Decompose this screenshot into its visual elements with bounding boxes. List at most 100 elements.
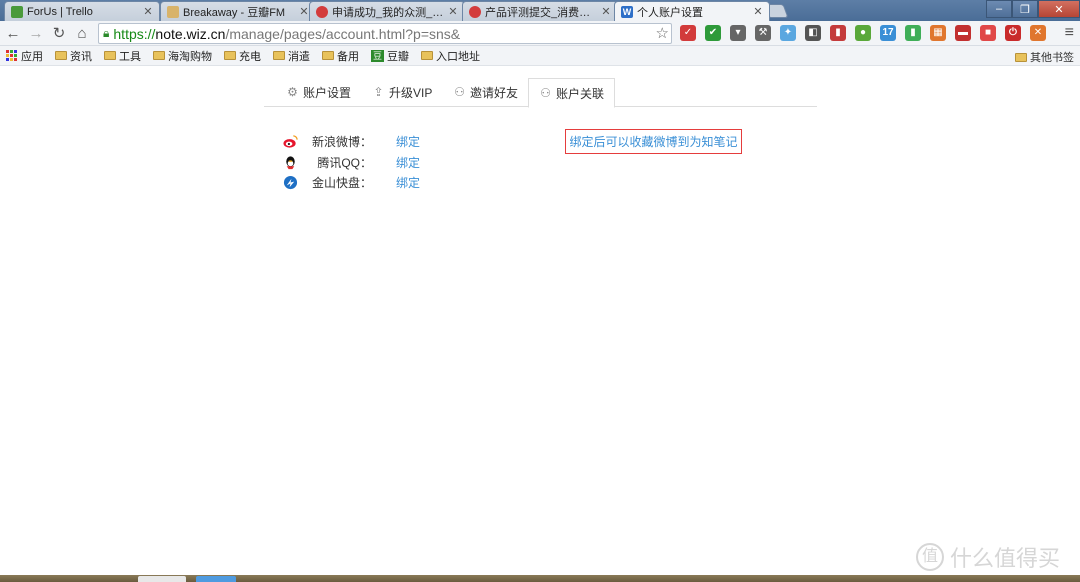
tab-invite-friends[interactable]: ⚇ 邀请好友 (443, 78, 528, 107)
address-bar[interactable]: 🔒︎ https:// note.wiz.cn /manage/pages/ac… (98, 23, 672, 44)
close-ext-icon[interactable]: ✕ (1030, 25, 1046, 41)
bird-icon[interactable]: ✦ (780, 25, 796, 41)
folder-icon (224, 51, 236, 60)
url-host: note.wiz.cn (155, 25, 226, 42)
pocket-gray-icon[interactable]: ▾ (730, 25, 746, 41)
orange-grid-icon[interactable]: ▦ (930, 25, 946, 41)
smzdm-favicon-icon (316, 5, 328, 18)
bookmark-folder[interactable]: 消遣 (273, 48, 310, 64)
pocket-red-icon[interactable]: ✓ (680, 25, 696, 41)
back-button[interactable]: ← (4, 25, 22, 43)
url-protocol: https:// (113, 25, 156, 42)
bind-weibo-link[interactable]: 绑定 (396, 133, 420, 150)
bookmarks-bar: 应用 资讯 工具 海淘购物 充电 消遣 备用 豆豆瓣 入口地址 其他书签 (0, 46, 1080, 66)
tab-title: 申请成功_我的众测_什么值 (332, 6, 445, 19)
red-square-icon[interactable]: ■ (980, 25, 996, 41)
folder-icon (1015, 52, 1027, 62)
bookmark-folder[interactable]: 资讯 (55, 48, 92, 64)
bookmark-label: 工具 (119, 50, 141, 63)
tab-label: 邀请好友 (470, 86, 519, 100)
taskbar-item-chrome[interactable] (138, 576, 186, 582)
bookmark-douban[interactable]: 豆豆瓣 (371, 48, 409, 64)
tab-account-link[interactable]: ⚇ 账户关联 (528, 78, 616, 108)
browser-tab-pingce[interactable]: 产品评测提交_消费众测_值 ✕ (462, 1, 618, 21)
smzdm-favicon-icon (469, 5, 481, 18)
apps-grid-icon (6, 50, 17, 61)
bookmark-folder[interactable]: 充电 (224, 48, 261, 64)
browser-tab-account[interactable]: W 个人账户设置 ✕ (614, 1, 770, 21)
bookmark-label: 充电 (239, 50, 261, 63)
invite-user-icon: ⚇ (454, 85, 465, 99)
bookmark-label: 海淘购物 (168, 50, 212, 63)
sns-row-weibo: 新浪微博： 绑定 (283, 132, 420, 150)
qq-icon (286, 155, 295, 169)
sns-name: 腾讯QQ： (317, 155, 372, 170)
user-link-icon: ⚇ (540, 85, 551, 100)
browser-tab-doubanfm[interactable]: Breakaway - 豆瓣FM ✕ (160, 1, 316, 21)
tab-close-icon[interactable]: ✕ (448, 5, 458, 18)
weibo-ext-icon[interactable]: 17 (880, 25, 896, 41)
bind-tip-text: 绑定后可以收藏微博到为知笔记 (569, 135, 738, 149)
check-green-icon[interactable]: ✔ (705, 25, 721, 41)
forward-button[interactable]: → (27, 25, 45, 43)
clip-icon[interactable]: ◧ (805, 25, 821, 41)
tab-close-icon[interactable]: ✕ (299, 5, 309, 18)
car-icon[interactable]: ▬ (955, 25, 971, 41)
bookmark-label: 入口地址 (436, 50, 480, 63)
bookmark-folder[interactable]: 工具 (104, 48, 141, 64)
watermark-logo-icon: 值 (915, 543, 944, 571)
bind-qq-link[interactable]: 绑定 (396, 154, 420, 171)
home-button[interactable]: ⌂ (73, 25, 91, 43)
tab-strip: ForUs | Trello ✕ Breakaway - 豆瓣FM ✕ 申请成功… (0, 0, 1080, 21)
tool-icon[interactable]: ⚒ (755, 25, 771, 41)
bookmark-folder[interactable]: 入口地址 (421, 48, 480, 64)
bookmark-folder[interactable]: 备用 (322, 48, 359, 64)
doubanfm-favicon-icon (167, 5, 179, 18)
browser-toolbar: ← → ↻ ⌂ 🔒︎ https:// note.wiz.cn /manage/… (0, 21, 1080, 46)
os-taskbar (0, 575, 1080, 582)
menu-icon[interactable]: ≡ (1065, 24, 1074, 42)
green-bar-icon[interactable]: ▮ (905, 25, 921, 41)
account-tabs: ⚙ 账户设置 ⇪ 升级VIP ⚇ 邀请好友 ⚇ 账户关联 (264, 78, 817, 108)
gear-icon: ⚙ (287, 85, 298, 99)
sns-name: 金山快盘： (311, 175, 372, 190)
bookmark-label: 豆瓣 (387, 50, 409, 63)
tab-account-settings[interactable]: ⚙ 账户设置 (276, 78, 361, 107)
reload-button[interactable]: ↻ (50, 25, 68, 43)
taskbar-item-app[interactable] (196, 576, 236, 582)
browser-tab-trello[interactable]: ForUs | Trello ✕ (4, 1, 160, 21)
douban-icon: 豆 (371, 49, 384, 62)
tab-close-icon[interactable]: ✕ (143, 5, 153, 18)
evernote-icon[interactable]: ● (855, 25, 871, 41)
sns-row-kuaipan: 金山快盘： 绑定 (283, 173, 420, 191)
tab-close-icon[interactable]: ✕ (753, 5, 763, 18)
bookmark-folder[interactable]: 海淘购物 (153, 48, 212, 64)
book-icon[interactable]: ▮ (830, 25, 846, 41)
bookmark-label: 其他书签 (1030, 52, 1074, 64)
bookmark-apps[interactable]: 应用 (6, 48, 43, 64)
sns-row-qq: 腾讯QQ： 绑定 (283, 153, 420, 171)
power-icon[interactable]: ⏻ (1005, 25, 1021, 41)
browser-window: ForUs | Trello ✕ Breakaway - 豆瓣FM ✕ 申请成功… (0, 0, 1080, 582)
tab-title: 个人账户设置 (637, 6, 703, 19)
bookmark-label: 消遣 (288, 50, 310, 63)
bind-kuaipan-link[interactable]: 绑定 (396, 174, 420, 191)
browser-tab-zhongce[interactable]: 申请成功_我的众测_什么值 ✕ (309, 1, 465, 21)
url-path: /manage/pages/account.html?p=sns& (225, 25, 461, 42)
watermark-text: 什么值得买 (949, 546, 1060, 571)
other-bookmarks[interactable]: 其他书签 (1015, 49, 1074, 65)
tab-upgrade-vip[interactable]: ⇪ 升级VIP (362, 78, 442, 107)
restore-button[interactable]: ❐ (1012, 0, 1038, 18)
upgrade-icon: ⇪ (373, 85, 384, 99)
page-content: ⚙ 账户设置 ⇪ 升级VIP ⚇ 邀请好友 ⚇ 账户关联 新浪微博： 绑定 腾讯… (0, 67, 1080, 575)
bookmark-star-icon[interactable]: ☆ (656, 24, 669, 42)
window-controls: – ❐ ✕ (966, 0, 1080, 18)
minimize-button[interactable]: – (986, 0, 1012, 18)
close-window-button[interactable]: ✕ (1038, 0, 1080, 18)
lock-icon: 🔒︎ (103, 26, 110, 40)
bookmark-label: 应用 (21, 50, 43, 63)
kuaipan-icon (283, 175, 298, 189)
user-profile-icon[interactable] (966, 0, 986, 18)
tab-label: 账户设置 (303, 86, 352, 100)
tab-close-icon[interactable]: ✕ (601, 5, 611, 18)
